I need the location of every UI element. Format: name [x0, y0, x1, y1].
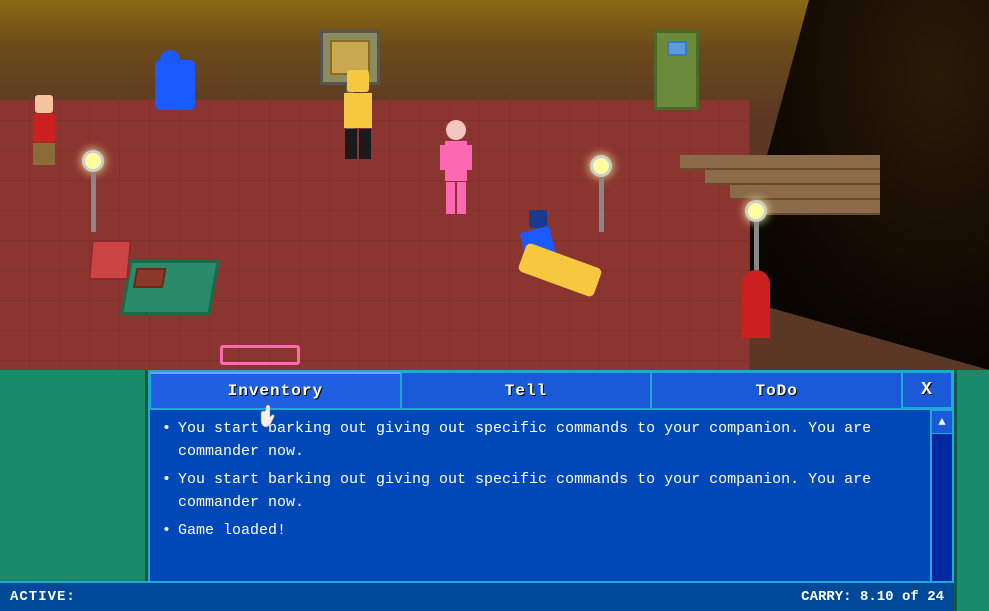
- message-3: Game loaded!: [162, 520, 940, 543]
- chair: [88, 240, 131, 280]
- scroll-up-button[interactable]: ▲: [931, 410, 953, 434]
- lamp-2: [590, 155, 612, 232]
- tab-tell[interactable]: Tell: [401, 372, 652, 408]
- character-red-shirt: [30, 95, 58, 165]
- status-bar: ACTIVE: CARRY: 8.10 of 24: [0, 581, 954, 611]
- game-canvas: [0, 0, 989, 390]
- tab-bar: Inventory Tell ToDo X: [150, 372, 952, 410]
- active-label: ACTIVE:: [10, 589, 76, 605]
- character-pink: [440, 120, 472, 215]
- character-blue-bird: [155, 60, 205, 140]
- panel-left: [0, 370, 148, 611]
- dialog-panel: Inventory Tell ToDo X You start barking …: [148, 370, 954, 611]
- tab-inventory[interactable]: Inventory: [150, 372, 401, 408]
- stairs: [680, 155, 880, 275]
- message-area: You start barking out giving out specifi…: [150, 410, 952, 609]
- character-yellow: [340, 70, 375, 160]
- game-viewport: Inventory Tell ToDo X You start barking …: [0, 0, 989, 611]
- scrollbar: ▲ ▼: [930, 410, 952, 609]
- tab-todo[interactable]: ToDo: [651, 372, 902, 408]
- pink-marker-cursor: [220, 345, 300, 365]
- scroll-track[interactable]: [932, 434, 952, 585]
- panel-right: [954, 370, 989, 611]
- character-red-hooded: [740, 270, 772, 350]
- lamp-3: [745, 200, 767, 272]
- message-2: You start barking out giving out specifi…: [162, 469, 940, 514]
- lamp-1: [82, 150, 104, 232]
- close-button[interactable]: X: [902, 372, 952, 408]
- carry-info: CARRY: 8.10 of 24: [801, 589, 944, 605]
- message-1: You start barking out giving out specifi…: [162, 418, 940, 463]
- door: [654, 30, 699, 110]
- bed: [120, 260, 220, 315]
